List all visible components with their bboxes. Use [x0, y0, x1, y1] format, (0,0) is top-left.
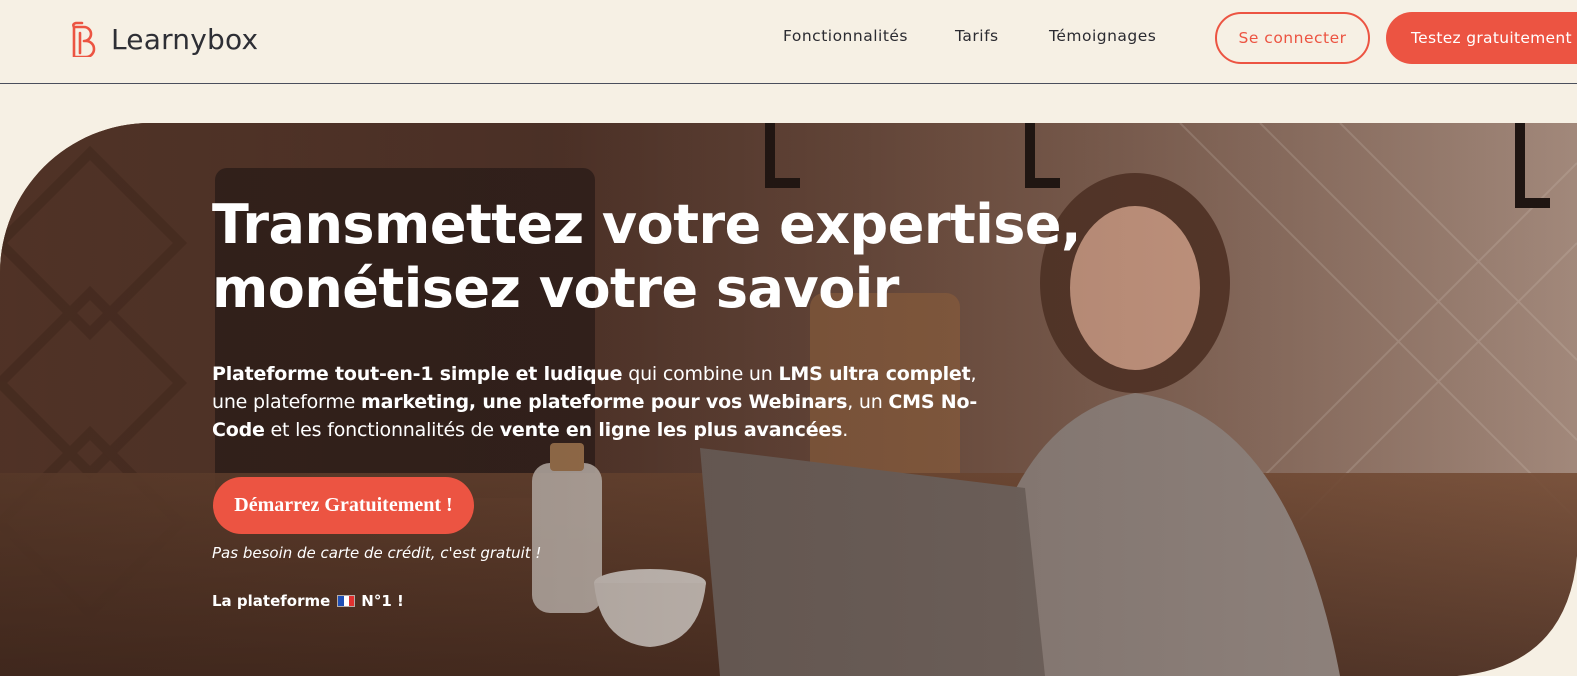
site-header: Learnybox Fonctionnalités Tarifs Témoign…: [0, 0, 1577, 84]
hero-description-segment: Plateforme tout-en-1 simple et ludique: [212, 363, 623, 385]
nav-link-features[interactable]: Fonctionnalités: [783, 27, 908, 45]
free-trial-button[interactable]: Testez gratuitement: [1386, 12, 1577, 64]
hero-corner-curve: [1457, 556, 1577, 676]
hero-section: Transmettez votre expertise, monétisez v…: [0, 123, 1577, 676]
start-free-button[interactable]: Démarrez Gratuitement !: [213, 477, 474, 534]
hero-title: Transmettez votre expertise, monétisez v…: [212, 193, 1112, 321]
hero-description: Plateforme tout-en-1 simple et ludique q…: [212, 360, 1012, 444]
tagline-prefix: La plateforme: [212, 592, 331, 610]
france-flag-icon: [337, 595, 356, 607]
hero-description-segment: .: [842, 419, 849, 441]
learnybox-logo-icon: [72, 21, 96, 57]
hero-title-line-2: monétisez votre savoir: [212, 257, 899, 320]
logo-text: Learnybox: [111, 22, 259, 56]
tagline-suffix: N°1 !: [361, 592, 404, 610]
hero-description-segment: , un: [847, 391, 889, 413]
tagline: La plateforme N°1 !: [212, 592, 404, 610]
hero-description-segment: et les fonctionnalités de: [264, 419, 500, 441]
hero-description-segment: marketing, une plateforme pour vos Webin…: [360, 391, 848, 413]
login-button[interactable]: Se connecter: [1215, 12, 1370, 64]
hero-description-segment: vente en ligne les plus avancées: [499, 419, 843, 441]
no-credit-card-note: Pas besoin de carte de crédit, c'est gra…: [212, 544, 542, 562]
hero-title-line-1: Transmettez votre expertise,: [212, 193, 1082, 256]
nav-link-pricing[interactable]: Tarifs: [955, 27, 999, 45]
hero-description-segment: qui combine un: [622, 363, 779, 385]
nav-link-testimonials[interactable]: Témoignages: [1049, 27, 1156, 45]
logo[interactable]: Learnybox: [70, 20, 258, 58]
hero-description-segment: LMS ultra complet: [778, 363, 971, 385]
